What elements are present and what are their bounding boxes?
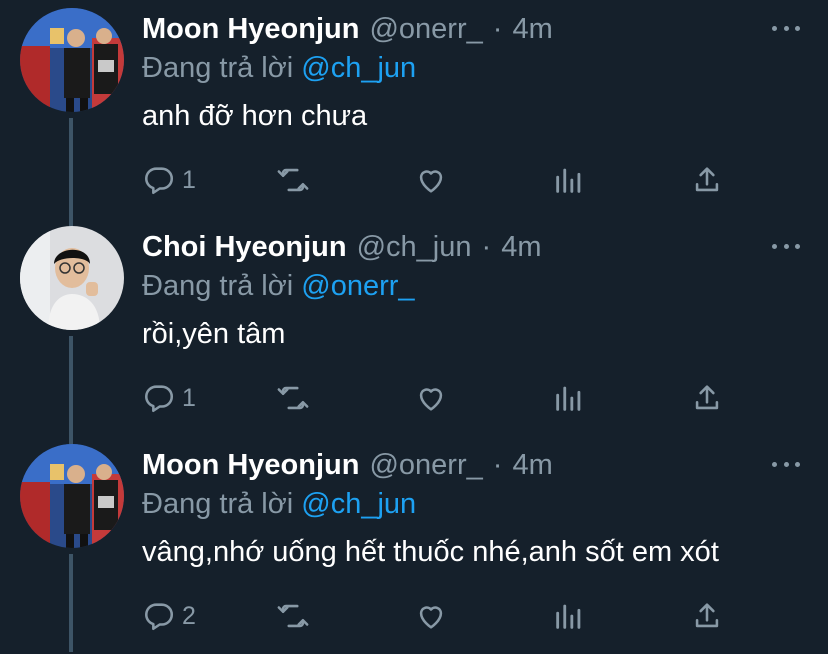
retweet-button[interactable] [276, 160, 310, 200]
analytics-button[interactable] [552, 596, 586, 636]
reply-to-link[interactable]: @ch_jun [301, 488, 416, 520]
reply-count: 2 [182, 601, 196, 630]
reply-button[interactable]: 1 [142, 378, 196, 418]
reply-prefix: Đang trả lời [142, 270, 294, 302]
tweet-text: rồi,yên tâm [142, 318, 286, 350]
analytics-button[interactable] [552, 378, 586, 418]
avatar[interactable] [20, 444, 124, 548]
more-icon[interactable] [772, 454, 800, 474]
separator-dot: · [481, 231, 492, 263]
timestamp[interactable]: 4m [512, 13, 552, 46]
tweet-header: Moon Hyeonjun @onerr_ · 4m [142, 449, 553, 485]
reply-button[interactable]: 1 [142, 160, 196, 200]
action-bar: 2 [142, 596, 742, 636]
retweet-icon [277, 604, 309, 628]
user-handle[interactable]: @onerr_ [369, 449, 482, 482]
display-name[interactable]: Moon Hyeonjun [142, 449, 359, 482]
reply-icon [145, 603, 174, 631]
user-handle[interactable]: @onerr_ [369, 13, 482, 46]
like-button[interactable] [414, 160, 448, 200]
analytics-button[interactable] [552, 160, 586, 200]
reply-context: Đang trả lời @onerr_ [142, 270, 415, 303]
tweet[interactable]: Choi Hyeonjun @ch_jun · 4m Đang trả lời … [0, 218, 828, 436]
analytics-icon [556, 386, 581, 411]
reply-icon [145, 385, 174, 413]
display-name[interactable]: Moon Hyeonjun [142, 13, 359, 46]
retweet-button[interactable] [276, 596, 310, 636]
reply-prefix: Đang trả lời [142, 52, 294, 84]
like-button[interactable] [414, 596, 448, 636]
share-icon [695, 385, 719, 410]
reply-button[interactable]: 2 [142, 596, 196, 636]
like-button[interactable] [414, 378, 448, 418]
reply-to-link[interactable]: @ch_jun [301, 52, 416, 84]
action-bar: 1 [142, 160, 742, 200]
reply-context: Đang trả lời @ch_jun [142, 52, 416, 85]
separator-dot: · [492, 449, 503, 481]
reply-count: 1 [182, 383, 196, 412]
like-icon [419, 388, 443, 411]
avatar-photo-icon [20, 226, 124, 330]
timestamp[interactable]: 4m [512, 449, 552, 482]
avatar-photo-icon [20, 444, 124, 548]
reply-prefix: Đang trả lời [142, 488, 294, 520]
tweet-header: Choi Hyeonjun @ch_jun · 4m [142, 231, 541, 267]
like-icon [419, 606, 443, 629]
share-icon [695, 603, 719, 628]
retweet-button[interactable] [276, 378, 310, 418]
tweet[interactable]: Moon Hyeonjun @onerr_ · 4m Đang trả lời … [0, 436, 828, 654]
analytics-icon [556, 604, 581, 629]
analytics-icon [556, 168, 581, 193]
more-icon[interactable] [772, 18, 800, 38]
timestamp[interactable]: 4m [501, 231, 541, 264]
share-icon [695, 167, 719, 192]
share-button[interactable] [690, 378, 724, 418]
share-button[interactable] [690, 596, 724, 636]
tweet-text: anh đỡ hơn chưa [142, 100, 368, 132]
avatar-photo-icon [20, 8, 124, 112]
avatar[interactable] [20, 8, 124, 112]
more-icon[interactable] [772, 236, 800, 256]
reply-context: Đang trả lời @ch_jun [142, 488, 416, 521]
separator-dot: · [492, 13, 503, 45]
retweet-icon [277, 168, 309, 192]
action-bar: 1 [142, 378, 742, 418]
avatar[interactable] [20, 226, 124, 330]
retweet-icon [277, 386, 309, 410]
display-name[interactable]: Choi Hyeonjun [142, 231, 347, 264]
share-button[interactable] [690, 160, 724, 200]
tweet-text: vâng,nhớ uống hết thuốc nhé,anh sốt em x… [142, 536, 719, 568]
user-handle[interactable]: @ch_jun [357, 231, 472, 264]
tweet-header: Moon Hyeonjun @onerr_ · 4m [142, 13, 553, 49]
reply-count: 1 [182, 165, 196, 194]
like-icon [419, 170, 443, 193]
reply-to-link[interactable]: @onerr_ [301, 270, 414, 302]
tweet[interactable]: Moon Hyeonjun @onerr_ · 4m Đang trả lời … [0, 0, 828, 218]
reply-icon [145, 167, 174, 195]
